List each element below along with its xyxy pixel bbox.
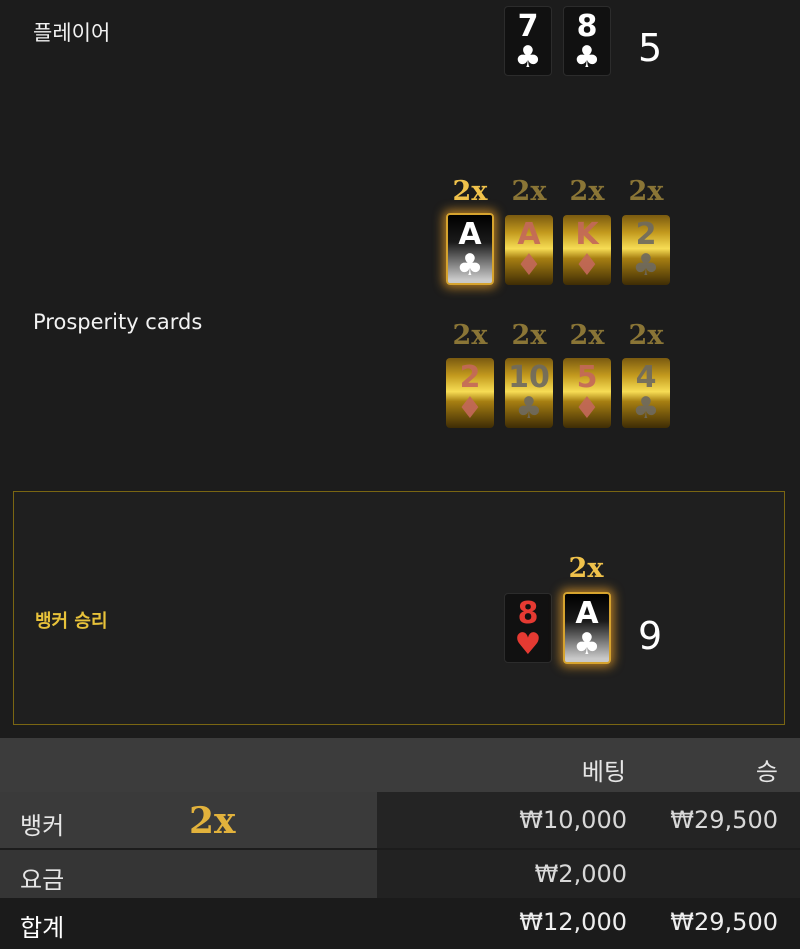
prosperity-card: 4 ♣ [622,358,670,428]
prosperity-card: 2 ♦ [446,358,494,428]
card-rank: A [517,217,541,252]
row-label: 뱅커 [20,812,65,840]
bet-column-header: 베팅 [581,758,626,786]
card-rank: 2 [459,360,481,395]
card-rank: 8 [576,9,598,44]
multiplier-label: 2x [628,320,664,351]
card-rank: A [458,217,482,252]
player-label: 플레이어 [33,21,111,45]
multiplier-label: 2x [569,320,605,351]
multiplier-label: 2x [568,553,604,584]
table-row: 요금 ₩2,000 [0,850,800,898]
multiplier-label: 2x [452,176,488,207]
club-icon: ♣ [632,391,660,426]
bet-amount: ₩2,000 [534,860,627,888]
club-icon: ♣ [515,391,543,426]
player-card-2: 8 ♣ [563,6,611,76]
club-icon: ♣ [573,40,601,75]
win-column-header: 승 [755,758,778,786]
banker-card-2: A ♣ [563,592,611,664]
heart-icon: ♥ [514,627,542,662]
prosperity-card: 5 ♦ [563,358,611,428]
multiplier-label: 2x [628,176,664,207]
club-icon: ♣ [632,248,660,283]
multiplier-badge: 2x [189,800,236,842]
club-icon: ♣ [514,40,542,75]
diamond-icon: ♦ [573,248,601,283]
banker-card-1: 8 ♥ [504,593,552,663]
win-amount: ₩29,500 [670,908,778,936]
diamond-icon: ♦ [456,391,484,426]
banker-result-panel [13,491,785,725]
table-header: 베팅 승 [0,738,800,792]
multiplier-label: 2x [569,176,605,207]
card-rank: 8 [517,596,539,631]
card-rank: 2 [635,217,657,252]
multiplier-label: 2x [452,320,488,351]
diamond-icon: ♦ [515,248,543,283]
club-icon: ♣ [456,248,484,283]
club-icon: ♣ [573,627,601,662]
table-row: 뱅커 2x ₩10,000 ₩29,500 [0,792,800,848]
multiplier-label: 2x [511,320,547,351]
row-label: 합계 [20,914,65,942]
prosperity-card-active: A ♣ [446,213,494,285]
diamond-icon: ♦ [573,391,601,426]
bet-summary-table: 베팅 승 뱅커 2x ₩10,000 ₩29,500 요금 ₩2,000 합계 … [0,738,800,949]
banker-win-label: 뱅커 승리 [35,611,108,632]
card-rank: A [575,596,599,631]
prosperity-card: K ♦ [563,215,611,285]
card-rank: 7 [517,9,539,44]
table-row-total: 합계 ₩12,000 ₩29,500 [0,898,800,949]
multiplier-label: 2x [511,176,547,207]
player-card-1: 7 ♣ [504,6,552,76]
row-label: 요금 [20,866,65,894]
win-amount: ₩29,500 [670,806,778,834]
card-rank: K [575,217,599,252]
card-rank: 4 [635,360,657,395]
prosperity-card: 10 ♣ [505,358,553,428]
player-score: 5 [638,26,663,70]
card-rank: 5 [576,360,598,395]
prosperity-card: 2 ♣ [622,215,670,285]
prosperity-card: A ♦ [505,215,553,285]
bet-amount: ₩12,000 [519,908,627,936]
banker-score: 9 [638,614,663,658]
bet-amount: ₩10,000 [519,806,627,834]
prosperity-label: Prosperity cards [33,310,203,334]
card-rank: 10 [508,360,550,395]
